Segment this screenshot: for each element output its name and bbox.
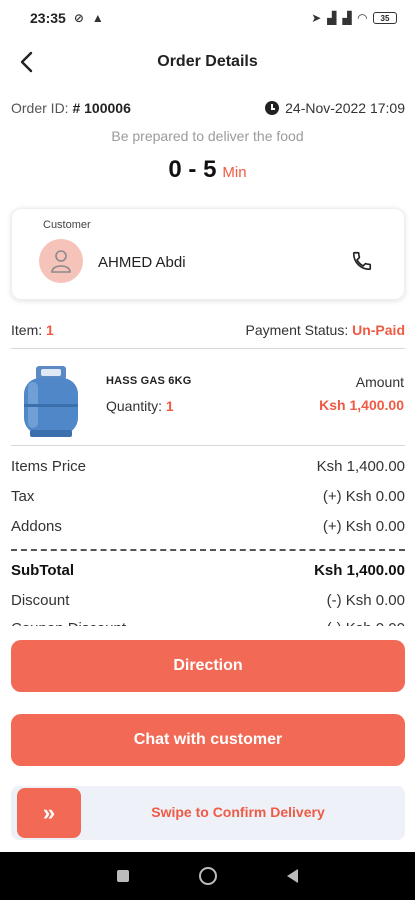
tax-value: (+) Ksh 0.00 xyxy=(322,488,405,505)
back-triangle-icon[interactable] xyxy=(287,869,298,883)
amount-label: Amount xyxy=(355,374,404,390)
tax-label: Tax xyxy=(11,488,35,505)
signal-icon-2: ▟ xyxy=(342,11,352,25)
subtotal-value: Ksh 1,400.00 xyxy=(314,562,405,579)
customer-name: AHMED Abdi xyxy=(98,254,186,271)
quantity-value: 1 xyxy=(165,398,174,414)
page-title: Order Details xyxy=(157,53,258,70)
product-quantity: Quantity: 1 xyxy=(106,398,174,414)
gas-cylinder-image xyxy=(18,366,84,438)
swipe-label: Swipe to Confirm Delivery xyxy=(151,804,325,820)
phone-icon xyxy=(352,251,372,271)
payment-label: Payment Status: xyxy=(245,322,349,338)
recents-icon[interactable] xyxy=(117,870,129,882)
addons-row: Addons (+) Ksh 0.00 xyxy=(11,518,405,535)
payment-status-value: Un-Paid xyxy=(352,322,405,338)
battery-icon: 35 xyxy=(373,12,397,24)
item-label: Item: xyxy=(11,322,43,338)
system-nav-bar xyxy=(0,852,415,900)
status-bar: 23:35 ⊘ ▲ ➤ ▟ ▟ ◠ 35 xyxy=(0,0,415,36)
clock-icon xyxy=(265,101,280,115)
order-info-row: Order ID: # 100006 24-Nov-2022 17:09 xyxy=(11,100,405,116)
item-count-value: 1 xyxy=(46,322,54,338)
chat-button[interactable]: Chat with customer xyxy=(11,714,405,766)
dashed-divider xyxy=(11,549,405,551)
avatar xyxy=(39,239,83,283)
discount-value: (-) Ksh 0.00 xyxy=(326,592,405,609)
signal-icon: ▟ xyxy=(327,11,337,25)
discount-row: Discount (-) Ksh 0.00 xyxy=(11,592,405,609)
product-name: HASS GAS 6KG xyxy=(106,375,192,387)
addons-value: (+) Ksh 0.00 xyxy=(322,518,405,535)
items-price-row: Items Price Ksh 1,400.00 xyxy=(11,458,405,475)
order-id-value: # 100006 xyxy=(72,100,131,116)
prep-message: Be prepared to deliver the food xyxy=(111,128,304,144)
items-price-label: Items Price xyxy=(11,458,87,475)
order-date-value: 24-Nov-2022 17:09 xyxy=(285,100,405,116)
divider xyxy=(11,445,405,446)
warning-icon: ▲ xyxy=(91,11,104,25)
person-icon xyxy=(51,250,71,273)
customer-card: Customer AHMED Abdi xyxy=(11,208,405,300)
location-icon: ➤ xyxy=(311,11,322,25)
order-id: Order ID: # 100006 xyxy=(11,100,131,116)
time-unit: Min xyxy=(222,164,247,181)
addons-label: Addons xyxy=(11,518,62,535)
items-price-value: Ksh 1,400.00 xyxy=(316,458,405,475)
item-count: Item: 1 xyxy=(11,322,54,338)
time-range: 0 - 5 xyxy=(168,156,217,183)
wifi-icon: ◠ xyxy=(357,11,367,25)
app-header: Order Details xyxy=(0,40,415,84)
payment-status: Payment Status: Un-Paid xyxy=(246,322,406,338)
divider xyxy=(11,348,405,349)
subtotal-row: SubTotal Ksh 1,400.00 xyxy=(11,562,405,579)
swipe-confirm-slider[interactable]: » Swipe to Confirm Delivery xyxy=(11,786,405,840)
order-date: 24-Nov-2022 17:09 xyxy=(265,100,405,116)
item-payment-row: Item: 1 Payment Status: Un-Paid xyxy=(11,322,405,338)
status-time: 23:35 xyxy=(30,10,66,26)
customer-label: Customer xyxy=(43,219,91,231)
back-arrow-icon xyxy=(20,51,33,73)
call-button[interactable] xyxy=(346,245,378,277)
home-icon[interactable] xyxy=(199,867,217,885)
tax-row: Tax (+) Ksh 0.00 xyxy=(11,488,405,505)
quantity-label: Quantity: xyxy=(106,398,163,414)
direction-button[interactable]: Direction xyxy=(11,640,405,692)
amount-value: Ksh 1,400.00 xyxy=(319,397,404,413)
sync-off-icon: ⊘ xyxy=(73,11,84,25)
discount-label: Discount xyxy=(11,592,70,609)
order-id-label: Order ID: xyxy=(11,100,69,116)
subtotal-label: SubTotal xyxy=(11,562,75,579)
delivery-time: 0 - 5 Min xyxy=(0,156,415,184)
back-button[interactable] xyxy=(14,48,38,76)
